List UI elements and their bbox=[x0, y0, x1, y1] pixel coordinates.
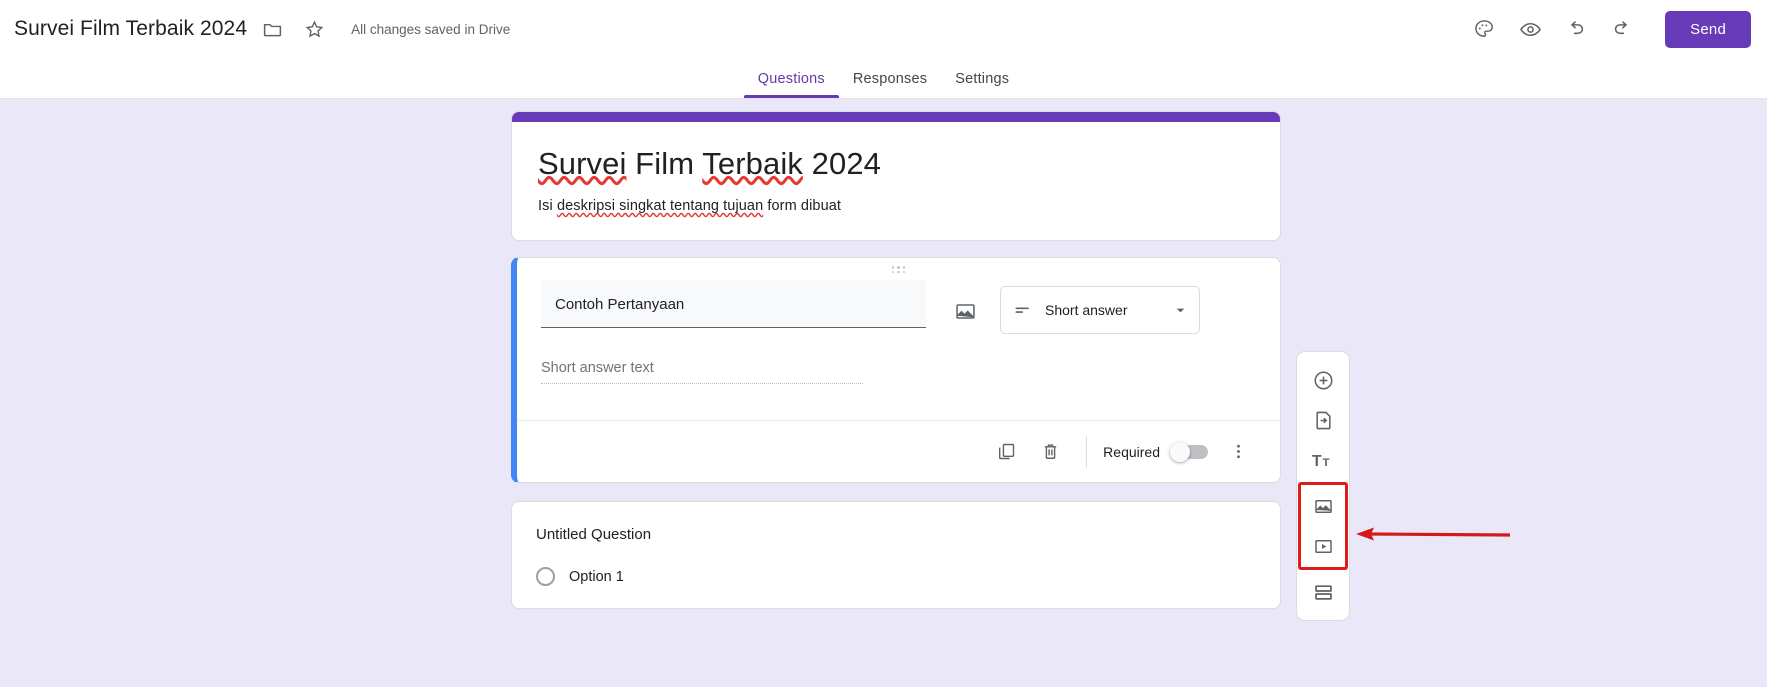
form-title-part: 2024 bbox=[802, 146, 881, 181]
document-title[interactable]: Survei Film Terbaik 2024 bbox=[14, 17, 247, 41]
add-title-icon[interactable]: T T bbox=[1301, 440, 1345, 480]
form-description[interactable]: Isi deskripsi singkat tentang tujuan for… bbox=[538, 198, 1254, 214]
question-footer-toolbar: Required bbox=[517, 420, 1280, 482]
image-video-highlight bbox=[1298, 482, 1348, 570]
chevron-down-icon bbox=[1174, 304, 1187, 317]
question-type-value: Short answer bbox=[1045, 302, 1128, 318]
question-title-input[interactable]: Contoh Pertanyaan bbox=[541, 280, 926, 328]
add-section-icon[interactable] bbox=[1301, 572, 1345, 612]
form-desc-part: form dibuat bbox=[763, 198, 842, 214]
form-canvas: Survei Film Terbaik 2024 Isi deskripsi s… bbox=[0, 99, 1767, 687]
undo-icon[interactable] bbox=[1555, 8, 1597, 50]
duplicate-icon[interactable] bbox=[986, 432, 1026, 472]
option-label[interactable]: Option 1 bbox=[569, 569, 624, 585]
send-button[interactable]: Send bbox=[1665, 10, 1751, 48]
eye-icon[interactable] bbox=[1509, 8, 1551, 50]
form-accent-bar bbox=[512, 112, 1280, 122]
palette-icon[interactable] bbox=[1463, 8, 1505, 50]
more-vertical-icon[interactable] bbox=[1218, 432, 1258, 472]
tab-responses[interactable]: Responses bbox=[839, 71, 941, 98]
form-desc-part: Isi bbox=[538, 198, 557, 214]
folder-icon[interactable] bbox=[255, 12, 289, 46]
form-title-part: Film bbox=[626, 146, 703, 181]
image-icon[interactable] bbox=[944, 290, 986, 332]
question-card-untitled[interactable]: Untitled Question Option 1 bbox=[511, 501, 1281, 609]
form-title[interactable]: Survei Film Terbaik 2024 bbox=[538, 144, 1254, 184]
toolbar-divider bbox=[1086, 435, 1088, 468]
tab-settings[interactable]: Settings bbox=[941, 71, 1023, 98]
top-bar: Survei Film Terbaik 2024 All changes sav… bbox=[0, 0, 1767, 58]
question-card[interactable]: Contoh Pertanyaan Short answer Short ans… bbox=[511, 257, 1281, 483]
radio-unchecked-icon[interactable] bbox=[536, 567, 555, 586]
import-questions-icon[interactable] bbox=[1301, 400, 1345, 440]
add-question-icon[interactable] bbox=[1301, 360, 1345, 400]
required-toggle[interactable] bbox=[1170, 441, 1208, 462]
untitled-question-title[interactable]: Untitled Question bbox=[536, 526, 1256, 543]
form-title-part: Survei bbox=[538, 146, 627, 181]
redo-icon[interactable] bbox=[1601, 8, 1643, 50]
side-toolbar: T T bbox=[1296, 351, 1350, 621]
svg-text:T: T bbox=[1312, 453, 1322, 470]
add-video-icon[interactable] bbox=[1301, 526, 1345, 566]
topbar-actions: Send bbox=[1459, 8, 1751, 50]
trash-icon[interactable] bbox=[1030, 432, 1070, 472]
save-status-text: All changes saved in Drive bbox=[351, 21, 511, 37]
form-header-card: Survei Film Terbaik 2024 Isi deskripsi s… bbox=[511, 111, 1281, 241]
drag-handle-icon[interactable] bbox=[517, 266, 1280, 275]
short-answer-placeholder: Short answer text bbox=[541, 360, 863, 384]
add-image-icon[interactable] bbox=[1301, 486, 1345, 526]
form-column: Survei Film Terbaik 2024 Isi deskripsi s… bbox=[511, 111, 1281, 609]
svg-text:T: T bbox=[1322, 457, 1329, 469]
star-icon[interactable] bbox=[297, 12, 331, 46]
form-desc-part: deskripsi singkat tentang tujuan bbox=[556, 198, 764, 214]
tab-questions[interactable]: Questions bbox=[743, 71, 839, 98]
tab-bar: Questions Responses Settings bbox=[0, 58, 1767, 99]
option-row[interactable]: Option 1 bbox=[536, 567, 1256, 586]
red-arrow-left bbox=[1356, 527, 1511, 541]
short-answer-icon bbox=[1013, 300, 1033, 320]
required-label: Required bbox=[1103, 443, 1160, 460]
question-type-select[interactable]: Short answer bbox=[1000, 286, 1200, 334]
form-title-part: Terbaik bbox=[702, 146, 803, 181]
